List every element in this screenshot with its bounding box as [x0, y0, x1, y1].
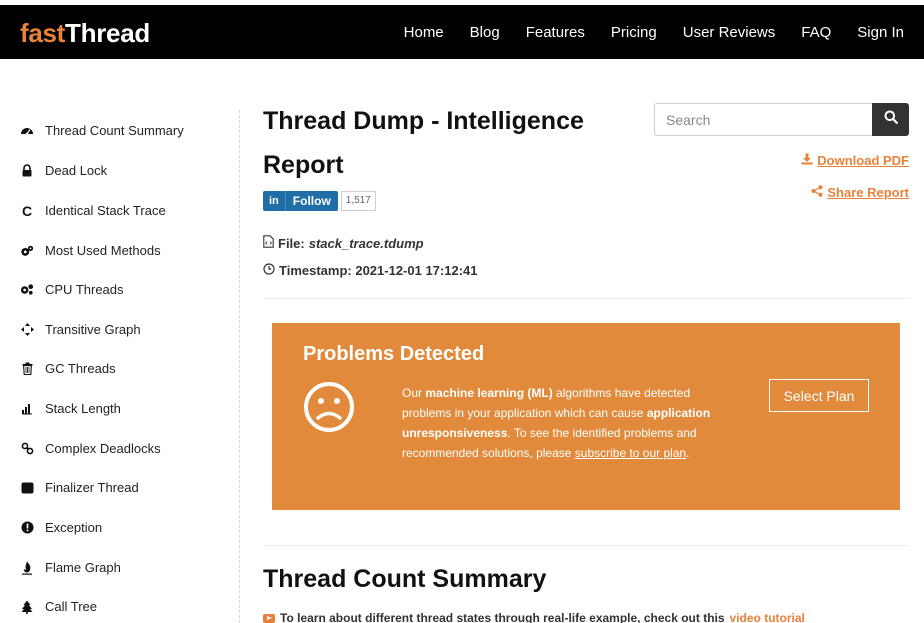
crosshair-icon [20, 323, 34, 337]
sidebar-item-most-used-methods[interactable]: Most Used Methods [20, 243, 161, 258]
exclamation-circle-icon [20, 521, 34, 535]
sidebar-item-label: Identical Stack Trace [45, 203, 166, 218]
nav-blog-link[interactable]: Blog [470, 24, 500, 41]
file-label: File: [278, 235, 305, 251]
linkedin-follow-label: Follow [292, 194, 331, 208]
select-plan-button[interactable]: Select Plan [769, 379, 869, 412]
download-pdf-link[interactable]: Download PDF [801, 153, 909, 168]
problems-detected-panel: Problems Detected Our machine learning (… [272, 323, 900, 510]
problems-title: Problems Detected [303, 343, 485, 365]
problems-description: Our machine learning (ML) algorithms hav… [402, 383, 722, 463]
nav-sign-in-link[interactable]: Sign In [857, 24, 904, 41]
sidebar-item-label: Finalizer Thread [45, 480, 139, 495]
sidebar-item-label: GC Threads [45, 361, 116, 376]
problems-text-part: . [686, 446, 690, 460]
report-sidebar: Thread Count Summary Dead Lock C Identic… [0, 110, 240, 623]
timestamp-info: Timestamp: 2021-12-01 17:12:41 [263, 263, 478, 278]
sidebar-item-label: Transitive Graph [45, 322, 141, 337]
sidebar-item-thread-count-summary[interactable]: Thread Count Summary [20, 123, 184, 138]
video-tutorial-note: To learn about different thread states t… [263, 611, 805, 623]
divider [263, 545, 909, 546]
sidebar-item-label: Dead Lock [45, 163, 108, 178]
section-title-thread-count-summary: Thread Count Summary [263, 565, 547, 593]
sidebar-item-call-tree[interactable]: Call Tree [20, 599, 97, 614]
flame-icon [20, 561, 34, 575]
download-pdf-label: Download PDF [817, 153, 909, 168]
timestamp-text: Timestamp: 2021-12-01 17:12:41 [279, 263, 478, 278]
video-tutorial-text: To learn about different thread states t… [280, 611, 725, 623]
top-navbar: fastThread Home Blog Features Pricing Us… [0, 5, 924, 59]
share-report-link[interactable]: Share Report [811, 185, 909, 200]
problems-text-part: Our [402, 386, 426, 400]
sidebar-item-flame-graph[interactable]: Flame Graph [20, 560, 121, 575]
chain-link-icon [20, 442, 34, 456]
linkedin-icon: in [263, 191, 286, 211]
page-title: Thread Dump - Intelligence Report [263, 107, 584, 179]
sidebar-item-label: Call Tree [45, 599, 98, 614]
sidebar-item-stack-length[interactable]: Stack Length [20, 401, 121, 416]
sidebar-item-complex-deadlocks[interactable]: Complex Deadlocks [20, 441, 161, 456]
clock-icon [263, 263, 275, 278]
logo[interactable]: fastThread [20, 18, 150, 49]
divider [263, 298, 909, 299]
share-icon [811, 185, 823, 200]
sidebar-item-label: Thread Count Summary [45, 123, 184, 138]
youtube-icon [263, 613, 275, 623]
file-info: File: stack_trace.tdump [263, 235, 424, 251]
file-name: stack_trace.tdump [308, 235, 424, 251]
sidebar-item-label: Stack Length [45, 401, 121, 416]
sidebar-item-label: Exception [45, 520, 103, 535]
sidebar-item-label: Complex Deadlocks [45, 441, 161, 456]
nav-features-link[interactable]: Features [526, 24, 585, 41]
download-icon [801, 153, 813, 168]
lock-icon [20, 164, 34, 178]
nav-user-reviews-link[interactable]: User Reviews [683, 24, 776, 41]
subscribe-link[interactable]: subscribe to our plan [575, 446, 686, 460]
sidebar-item-dead-lock[interactable]: Dead Lock [20, 163, 107, 178]
ml-highlight: machine learning (ML) [425, 386, 553, 400]
sidebar-item-label: CPU Threads [45, 282, 124, 297]
sidebar-item-label: Flame Graph [45, 560, 121, 575]
search-button[interactable] [872, 103, 909, 136]
video-tutorial-link[interactable]: video tutorial [730, 611, 805, 623]
file-code-icon [263, 235, 274, 251]
tachometer-icon [20, 124, 34, 138]
cogs-icon [20, 244, 34, 258]
linkedin-follow-button[interactable]: in Follow [263, 191, 338, 211]
share-report-label: Share Report [827, 185, 909, 200]
sidebar-item-gc-threads[interactable]: GC Threads [20, 361, 116, 376]
linkedin-follow-widget: in Follow 1,517 [263, 191, 376, 211]
linkedin-follower-count: 1,517 [340, 191, 376, 211]
bar-steps-icon [20, 402, 34, 416]
gears-icon [20, 283, 34, 297]
search-input[interactable] [654, 103, 872, 136]
sidebar-item-finalizer-thread[interactable]: Finalizer Thread [20, 480, 139, 495]
sidebar-item-exception[interactable]: Exception [20, 520, 102, 535]
sidebar-item-cpu-threads[interactable]: CPU Threads [20, 282, 124, 297]
nav-faq-link[interactable]: FAQ [801, 24, 831, 41]
tree-icon [20, 600, 34, 614]
logo-part-thread: Thread [65, 18, 150, 48]
main-nav: Home Blog Features Pricing User Reviews … [404, 5, 904, 59]
nav-pricing-link[interactable]: Pricing [611, 24, 657, 41]
trash-icon [20, 362, 34, 376]
square-icon [20, 481, 34, 495]
search-icon [884, 110, 898, 129]
sidebar-item-label: Most Used Methods [45, 243, 161, 258]
c-letter-icon: C [21, 202, 33, 219]
nav-home-link[interactable]: Home [404, 24, 444, 41]
sad-face-icon [303, 381, 355, 433]
sidebar-item-transitive-graph[interactable]: Transitive Graph [20, 322, 141, 337]
sidebar-item-identical-stack-trace[interactable]: C Identical Stack Trace [20, 202, 166, 219]
logo-part-fast: fast [20, 18, 66, 48]
